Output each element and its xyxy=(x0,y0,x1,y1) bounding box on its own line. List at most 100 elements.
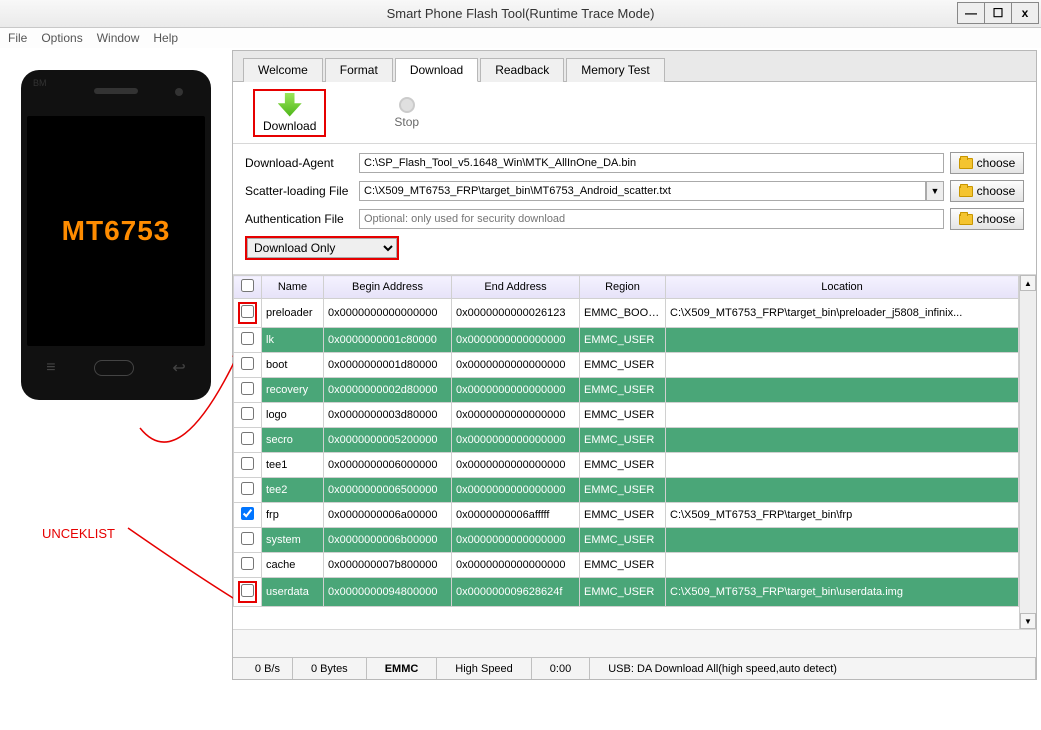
cell-name: secro xyxy=(262,428,324,453)
scroll-down-icon[interactable]: ▼ xyxy=(1020,613,1036,629)
auth-label: Authentication File xyxy=(245,212,353,226)
table-row[interactable]: recovery0x0000000002d800000x000000000000… xyxy=(234,378,1019,403)
stop-button[interactable]: Stop xyxy=(386,95,427,131)
table-row[interactable]: system0x0000000006b000000x00000000000000… xyxy=(234,528,1019,553)
row-checkbox[interactable] xyxy=(241,407,254,420)
menu-help[interactable]: Help xyxy=(153,31,178,45)
row-checkbox[interactable] xyxy=(241,584,254,597)
scatter-input[interactable] xyxy=(359,181,926,201)
header-checkbox[interactable] xyxy=(241,279,254,292)
tab-format[interactable]: Format xyxy=(325,58,393,82)
cell-name: system xyxy=(262,528,324,553)
row-checkbox[interactable] xyxy=(241,482,254,495)
table-row[interactable]: tee20x00000000065000000x0000000000000000… xyxy=(234,478,1019,503)
th-region[interactable]: Region xyxy=(580,276,666,299)
cell-name: logo xyxy=(262,403,324,428)
row-checkbox[interactable] xyxy=(241,507,254,520)
cell-begin: 0x0000000005200000 xyxy=(324,428,452,453)
cell-location xyxy=(666,378,1019,403)
table-row[interactable]: boot0x0000000001d800000x0000000000000000… xyxy=(234,353,1019,378)
download-button[interactable]: Download xyxy=(253,89,326,137)
cell-end: 0x0000000000000000 xyxy=(452,403,580,428)
table-row[interactable]: userdata0x00000000948000000x000000009628… xyxy=(234,578,1019,607)
th-end[interactable]: End Address xyxy=(452,276,580,299)
row-checkbox[interactable] xyxy=(241,432,254,445)
close-button[interactable]: x xyxy=(1011,2,1039,24)
scatter-dropdown[interactable]: ▼ xyxy=(926,181,944,201)
row-checkbox[interactable] xyxy=(241,332,254,345)
table-row[interactable]: logo0x0000000003d800000x0000000000000000… xyxy=(234,403,1019,428)
row-checkbox[interactable] xyxy=(241,382,254,395)
window-controls: — ☐ x xyxy=(957,2,1039,24)
table-row[interactable]: lk0x0000000001c800000x0000000000000000EM… xyxy=(234,328,1019,353)
table-row[interactable]: preloader0x00000000000000000x00000000000… xyxy=(234,299,1019,328)
menubar: File Options Window Help xyxy=(0,28,1041,48)
toolbar: Download Stop xyxy=(233,82,1036,144)
th-name[interactable]: Name xyxy=(262,276,324,299)
tab-memtest[interactable]: Memory Test xyxy=(566,58,664,82)
row-checkbox[interactable] xyxy=(241,357,254,370)
cell-region: EMMC_USER xyxy=(580,453,666,478)
left-panel: BM MT6753 ≡ ↩ UNCEKLIST xyxy=(0,48,232,682)
da-choose-button[interactable]: choose xyxy=(950,152,1024,174)
row-checkbox[interactable] xyxy=(241,557,254,570)
cell-location xyxy=(666,328,1019,353)
cell-region: EMMC_USER xyxy=(580,578,666,607)
phone-mock: BM MT6753 ≡ ↩ xyxy=(21,70,211,400)
table-row[interactable]: frp0x0000000006a000000x0000000006afffffE… xyxy=(234,503,1019,528)
cell-end: 0x0000000006afffff xyxy=(452,503,580,528)
cell-begin: 0x0000000001c80000 xyxy=(324,328,452,353)
menu-icon: ≡ xyxy=(46,359,55,377)
maximize-button[interactable]: ☐ xyxy=(984,2,1012,24)
cell-begin: 0x0000000001d80000 xyxy=(324,353,452,378)
da-input[interactable] xyxy=(359,153,944,173)
cell-end: 0x0000000000000000 xyxy=(452,328,580,353)
cell-location xyxy=(666,428,1019,453)
cell-end: 0x0000000000000000 xyxy=(452,353,580,378)
status-usb: USB: DA Download All(high speed,auto det… xyxy=(590,658,1036,679)
menu-window[interactable]: Window xyxy=(97,31,140,45)
table-row[interactable]: secro0x00000000052000000x000000000000000… xyxy=(234,428,1019,453)
cell-location: C:\X509_MT6753_FRP\target_bin\preloader_… xyxy=(666,299,1019,328)
cell-region: EMMC_USER xyxy=(580,528,666,553)
tab-download[interactable]: Download xyxy=(395,58,478,82)
tab-welcome[interactable]: Welcome xyxy=(243,58,323,82)
cell-name: tee1 xyxy=(262,453,324,478)
row-checkbox[interactable] xyxy=(241,457,254,470)
cell-begin: 0x0000000003d80000 xyxy=(324,403,452,428)
cell-begin: 0x0000000006b00000 xyxy=(324,528,452,553)
minimize-button[interactable]: — xyxy=(957,2,985,24)
row-checkbox[interactable] xyxy=(241,532,254,545)
home-icon xyxy=(94,360,134,376)
scroll-up-icon[interactable]: ▲ xyxy=(1020,275,1036,291)
auth-choose-button[interactable]: choose xyxy=(950,208,1024,230)
auth-input[interactable] xyxy=(359,209,944,229)
phone-chip-label: MT6753 xyxy=(62,215,171,247)
main-panel: Welcome Format Download Readback Memory … xyxy=(232,50,1037,680)
th-begin[interactable]: Begin Address xyxy=(324,276,452,299)
stop-label: Stop xyxy=(394,115,419,129)
cell-end: 0x0000000000000000 xyxy=(452,528,580,553)
tab-readback[interactable]: Readback xyxy=(480,58,564,82)
cell-region: EMMC_USER xyxy=(580,478,666,503)
status-mode: High Speed xyxy=(437,658,532,679)
cell-end: 0x000000009628624f xyxy=(452,578,580,607)
cell-location xyxy=(666,528,1019,553)
th-location[interactable]: Location xyxy=(666,276,1019,299)
row-checkbox[interactable] xyxy=(241,305,254,318)
annotation-unchecklist: UNCEKLIST xyxy=(42,526,115,541)
table-row[interactable]: tee10x00000000060000000x0000000000000000… xyxy=(234,453,1019,478)
table-row[interactable]: cache0x000000007b8000000x000000000000000… xyxy=(234,553,1019,578)
status-time: 0:00 xyxy=(532,658,590,679)
menu-options[interactable]: Options xyxy=(41,31,82,45)
scatter-choose-button[interactable]: choose xyxy=(950,180,1024,202)
cell-name: userdata xyxy=(262,578,324,607)
cell-location: C:\X509_MT6753_FRP\target_bin\frp xyxy=(666,503,1019,528)
menu-file[interactable]: File xyxy=(8,31,27,45)
cell-name: tee2 xyxy=(262,478,324,503)
download-mode-select[interactable]: Download Only xyxy=(247,238,397,258)
cell-begin: 0x0000000006a00000 xyxy=(324,503,452,528)
download-icon xyxy=(278,93,302,117)
table-scrollbar[interactable]: ▲ ▼ xyxy=(1019,275,1036,629)
da-label: Download-Agent xyxy=(245,156,353,170)
